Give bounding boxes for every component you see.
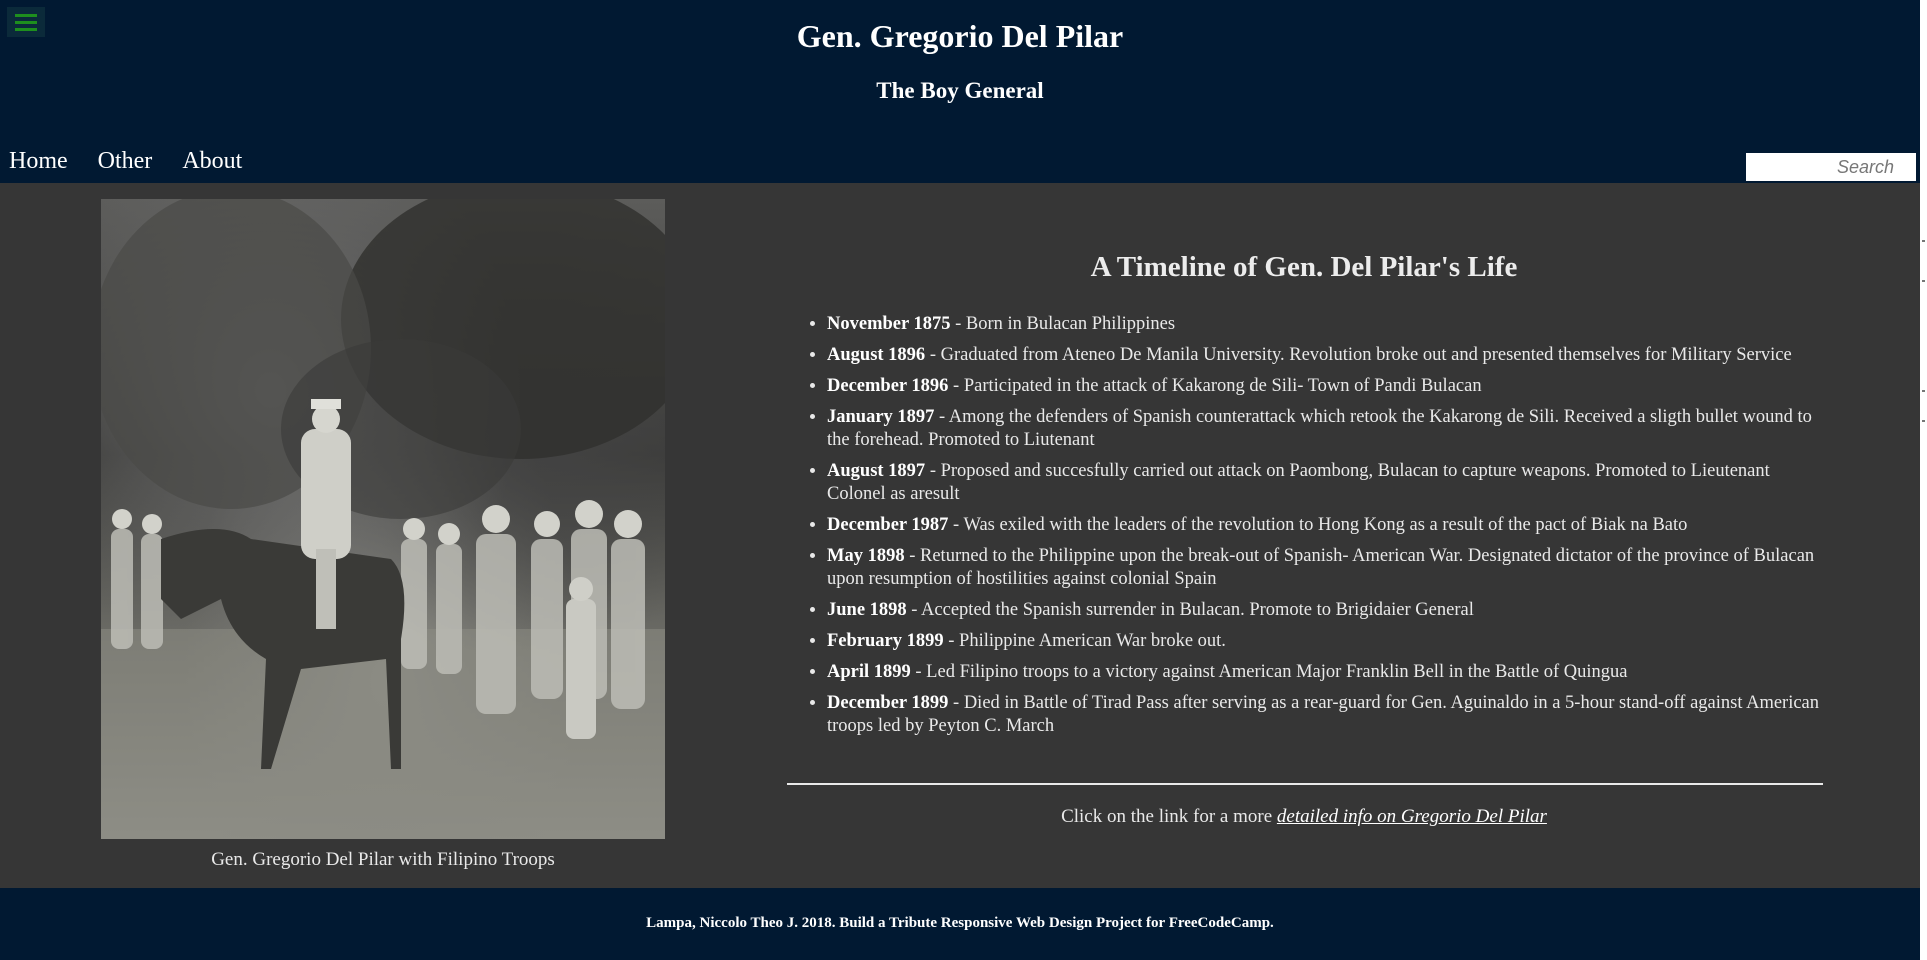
timeline-item: April 1899 - Led Filipino troops to a vi…	[827, 661, 1822, 684]
timeline-date: December 1987	[827, 515, 949, 535]
timeline-item: November 1875 - Born in Bulacan Philippi…	[827, 313, 1822, 336]
scrollbar-strip[interactable]	[1920, 0, 1927, 960]
timeline-text: - Philippine American War broke out.	[943, 631, 1226, 651]
timeline-text: - Led Filipino troops to a victory again…	[910, 662, 1628, 682]
page-title: Gen. Gregorio Del Pilar	[796, 18, 1124, 54]
search-input[interactable]	[1746, 153, 1916, 181]
nav-about-link[interactable]: About	[182, 148, 242, 175]
timeline-text: - Among the defenders of Spanish counter…	[827, 407, 1812, 450]
more-info-line: Click on the link for a more detailed in…	[786, 806, 1822, 828]
page: Gen. Gregorio Del Pilar The Boy General …	[0, 0, 1927, 960]
nav-home-link[interactable]: Home	[9, 148, 68, 175]
divider	[787, 783, 1823, 785]
timeline-list: November 1875 - Born in Bulacan Philippi…	[786, 313, 1822, 746]
site-header: Gen. Gregorio Del Pilar The Boy General …	[0, 0, 1920, 183]
timeline-item: June 1898 - Accepted the Spanish surrend…	[827, 599, 1822, 622]
timeline-text: - Returned to the Philippine upon the br…	[827, 546, 1815, 589]
timeline-date: August 1896	[827, 345, 926, 365]
timeline-heading: A Timeline of Gen. Del Pilar's Life	[1090, 251, 1518, 283]
timeline-date: February 1899	[827, 631, 944, 651]
troops-photo	[101, 199, 665, 839]
timeline-item: May 1898 - Returned to the Philippine up…	[827, 545, 1822, 591]
timeline-date: April 1899	[827, 662, 911, 682]
timeline-text: - Proposed and succesfully carried out a…	[827, 461, 1770, 504]
timeline-date: May 1898	[827, 546, 905, 566]
timeline-text: - Died in Battle of Tirad Pass after ser…	[827, 693, 1820, 736]
timeline-item: February 1899 - Philippine American War …	[827, 630, 1822, 653]
photo-caption: Gen. Gregorio Del Pilar with Filipino Tr…	[211, 849, 555, 870]
nav-other-link[interactable]: Other	[98, 148, 153, 175]
timeline-text: - Was exiled with the leaders of the rev…	[948, 515, 1688, 535]
timeline-date: December 1896	[827, 376, 949, 396]
timeline-date: August 1897	[827, 461, 926, 481]
timeline-text: - Participated in the attack of Kakarong…	[948, 376, 1482, 396]
timeline-item: January 1897 - Among the defenders of Sp…	[827, 406, 1822, 452]
page-subtitle: The Boy General	[876, 78, 1044, 103]
timeline-date: June 1898	[827, 600, 907, 620]
timeline-date: January 1897	[827, 407, 935, 427]
main-nav: Home Other About	[9, 148, 242, 175]
detailed-info-link[interactable]: detailed info on Gregorio Del Pilar	[1277, 806, 1547, 827]
timeline-item: August 1897 - Proposed and succesfully c…	[827, 460, 1822, 506]
timeline-item: December 1899 - Died in Battle of Tirad …	[827, 692, 1822, 738]
timeline-date: December 1899	[827, 693, 949, 713]
timeline-text: - Graduated from Ateneo De Manila Univer…	[925, 345, 1792, 365]
timeline-item: December 1896 - Participated in the atta…	[827, 375, 1822, 398]
photo-illustration	[101, 199, 665, 839]
footer-credit: Lampa, Niccolo Theo J. 2018. Build a Tri…	[646, 915, 1274, 931]
timeline-date: November 1875	[827, 314, 951, 334]
timeline-item: August 1896 - Graduated from Ateneo De M…	[827, 344, 1822, 367]
timeline-text: - Born in Bulacan Philippines	[950, 314, 1176, 334]
main-content: Gen. Gregorio Del Pilar with Filipino Tr…	[0, 183, 1920, 888]
site-footer: Lampa, Niccolo Theo J. 2018. Build a Tri…	[0, 888, 1920, 960]
timeline-item: December 1987 - Was exiled with the lead…	[827, 514, 1822, 537]
more-info-prefix: Click on the link for a more	[1061, 806, 1277, 827]
timeline-text: - Accepted the Spanish surrender in Bula…	[906, 600, 1474, 620]
